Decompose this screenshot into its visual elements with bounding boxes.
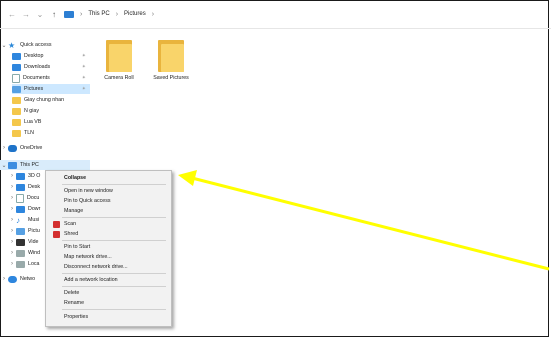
annotation-arrow-head (178, 170, 197, 186)
annotation-arrow-line (191, 176, 550, 271)
annotation-arrow (178, 170, 550, 271)
